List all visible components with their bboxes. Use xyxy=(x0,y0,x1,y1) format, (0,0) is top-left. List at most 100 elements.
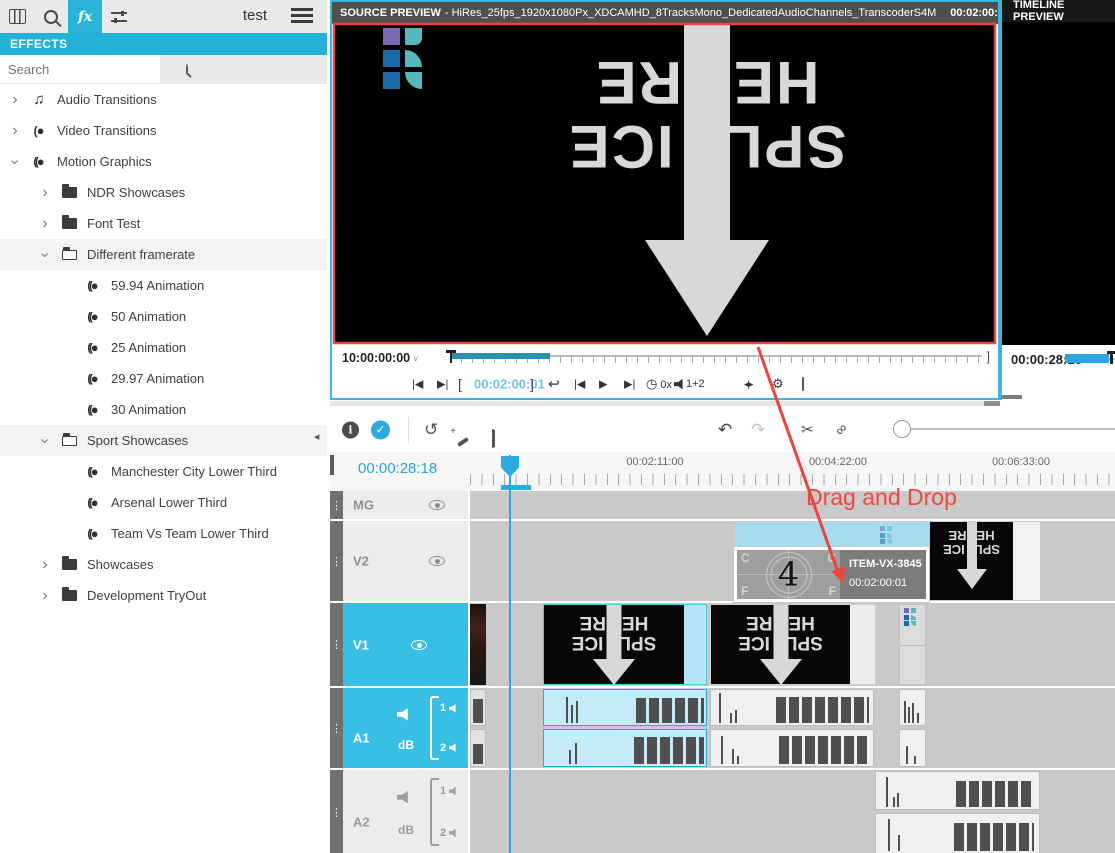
channel-1[interactable]: 1 xyxy=(440,702,458,714)
audio-clip-narrow[interactable] xyxy=(899,729,926,767)
track-v1-content[interactable]: SPLICE HERE SPLICE HERE xyxy=(470,603,1115,686)
track-mg-content[interactable] xyxy=(470,491,1115,519)
track-a2-content[interactable] xyxy=(470,770,1115,853)
chevron-right-icon[interactable] xyxy=(34,556,56,574)
cut-button[interactable] xyxy=(801,420,814,439)
chevron-right-icon[interactable] xyxy=(34,215,56,233)
track-drag-handle[interactable] xyxy=(330,491,343,519)
search-input[interactable] xyxy=(0,61,186,78)
track-v1-header[interactable]: V1 xyxy=(330,603,468,686)
tree-item-30-animation[interactable]: 30 Animation xyxy=(0,394,327,425)
menu-icon[interactable] xyxy=(291,8,313,23)
magnifier-icon[interactable] xyxy=(186,64,188,75)
audio-clip-narrow[interactable] xyxy=(470,689,486,726)
audio-clip-narrow[interactable] xyxy=(899,689,926,726)
visibility-eye-icon[interactable] xyxy=(411,639,428,651)
source-video-viewer[interactable]: SPLICE HERE xyxy=(334,24,996,344)
playhead-line[interactable] xyxy=(509,455,511,853)
timeline-ruler[interactable]: 00:00:28:18 00:02:11:00 00:04:22:00 00:0… xyxy=(330,452,1115,491)
tree-item-50-animation[interactable]: 50 Animation xyxy=(0,301,327,332)
track-a1-header[interactable]: A1 dB 1 2 xyxy=(330,688,468,768)
audio-clip[interactable] xyxy=(710,729,874,767)
tree-item-manchester-city-lower-third[interactable]: Manchester City Lower Third xyxy=(0,456,327,487)
chevron-down-icon[interactable] xyxy=(34,246,56,264)
tree-item-team-vs-team-lower-third[interactable]: Team Vs Team Lower Third xyxy=(0,518,327,549)
info-button[interactable] xyxy=(342,421,359,438)
settings-tab[interactable] xyxy=(102,0,136,33)
drag-ghost[interactable]: 4 C C F F ITEM-VX-3845 00:02:00:01 xyxy=(733,546,930,603)
audio-clip[interactable] xyxy=(875,813,1040,853)
audio-clip-narrow[interactable] xyxy=(470,729,486,767)
tree-item-different-framerate[interactable]: Different framerate xyxy=(0,239,327,270)
tree-item-arsenal-lower-third[interactable]: Arsenal Lower Third xyxy=(0,487,327,518)
go-to-end-button[interactable]: ▶| xyxy=(624,378,635,391)
tree-item-sport-showcases[interactable]: Sport Showcases xyxy=(0,425,327,456)
scrollbar-thumb[interactable] xyxy=(984,401,1000,406)
refresh-button[interactable]: ⚙ xyxy=(772,376,784,392)
video-clip[interactable]: SPLICE HERE xyxy=(710,604,876,685)
timeline-zoom-slider[interactable] xyxy=(901,428,1115,430)
effects-tab[interactable] xyxy=(68,0,102,33)
revert-button[interactable] xyxy=(424,420,438,440)
audio-clip[interactable] xyxy=(875,771,1040,810)
audio-clip-selected[interactable] xyxy=(543,729,707,767)
timeline-vertical-scrollbar[interactable] xyxy=(330,455,334,475)
speaker-icon[interactable] xyxy=(397,706,412,724)
track-drag-handle[interactable] xyxy=(330,521,343,601)
timeline-preview-viewer[interactable] xyxy=(1002,22,1115,345)
tree-item-development-tryout[interactable]: Development TryOut xyxy=(0,580,327,611)
speed-control[interactable]: ◷ 0x xyxy=(646,376,672,392)
video-clip[interactable]: SPLICE HERE xyxy=(930,522,1013,600)
chevron-right-icon[interactable] xyxy=(4,91,26,109)
track-a2-header[interactable]: A2 dB 1 2 xyxy=(330,770,468,853)
audio-clip-selected[interactable] xyxy=(543,689,707,726)
search-box[interactable] xyxy=(0,55,160,83)
source-horizontal-scrollbar[interactable] xyxy=(330,401,1000,406)
video-clip[interactable]: SPLICE HERE xyxy=(543,604,707,685)
scrub-playhead[interactable] xyxy=(446,350,456,353)
split-view-button[interactable] xyxy=(492,429,494,448)
tree-item-audio-transitions[interactable]: Audio Transitions xyxy=(0,84,327,115)
channel-1[interactable]: 1 xyxy=(440,785,458,797)
tree-item-showcases[interactable]: Showcases xyxy=(0,549,327,580)
video-clip-narrow[interactable] xyxy=(470,604,486,685)
chevron-down-icon[interactable] xyxy=(4,153,26,171)
channel-2[interactable]: 2 xyxy=(440,742,458,754)
tree-item-ndr-showcases[interactable]: NDR Showcases xyxy=(0,177,327,208)
audio-channels-control[interactable]: 1+2 xyxy=(674,378,705,390)
chevron-right-icon[interactable] xyxy=(4,122,26,140)
timeline-preview-scrollbar[interactable] xyxy=(1002,395,1022,399)
chevron-right-icon[interactable] xyxy=(34,184,56,202)
redo-button[interactable] xyxy=(751,420,765,440)
mark-in-button[interactable]: [ xyxy=(458,376,462,392)
link-button[interactable] xyxy=(836,421,847,439)
track-drag-handle[interactable] xyxy=(330,688,343,768)
tree-item-2997-animation[interactable]: 29.97 Animation xyxy=(0,363,327,394)
zoom-slider-handle[interactable] xyxy=(893,420,911,438)
channel-2[interactable]: 2 xyxy=(440,827,458,839)
previous-frame-button[interactable]: |◀ xyxy=(412,378,423,391)
track-drag-handle[interactable] xyxy=(330,770,343,853)
fullscreen-button[interactable] xyxy=(802,378,804,390)
track-mg-header[interactable]: MG xyxy=(330,491,468,519)
play-button[interactable]: ▶ xyxy=(599,378,607,391)
tree-item-font-test[interactable]: Font Test xyxy=(0,208,327,239)
video-clip-narrow[interactable] xyxy=(899,604,926,685)
clip-tail[interactable] xyxy=(1013,522,1040,600)
loop-button[interactable]: ↩ xyxy=(548,376,560,393)
chevron-right-icon[interactable] xyxy=(34,587,56,605)
tree-item-25-animation[interactable]: 25 Animation xyxy=(0,332,327,363)
source-scrub-bar[interactable]: ] xyxy=(450,353,988,365)
tree-item-motion-graphics[interactable]: Motion Graphics xyxy=(0,146,327,177)
speaker-icon[interactable] xyxy=(397,788,412,806)
tree-item-5994-animation[interactable]: 59.94 Animation xyxy=(0,270,327,301)
fit-to-window-button[interactable] xyxy=(744,378,752,390)
search-tab[interactable] xyxy=(34,0,68,33)
mark-out-button[interactable]: ] xyxy=(530,376,534,392)
audio-clip[interactable] xyxy=(710,689,874,726)
tree-item-video-transitions[interactable]: Video Transitions xyxy=(0,115,327,146)
track-v2-header[interactable]: V2 xyxy=(330,521,468,601)
collapse-panel-icon[interactable]: ◀ xyxy=(314,433,319,441)
track-a1-content[interactable] xyxy=(470,688,1115,768)
undo-button[interactable] xyxy=(718,420,732,440)
